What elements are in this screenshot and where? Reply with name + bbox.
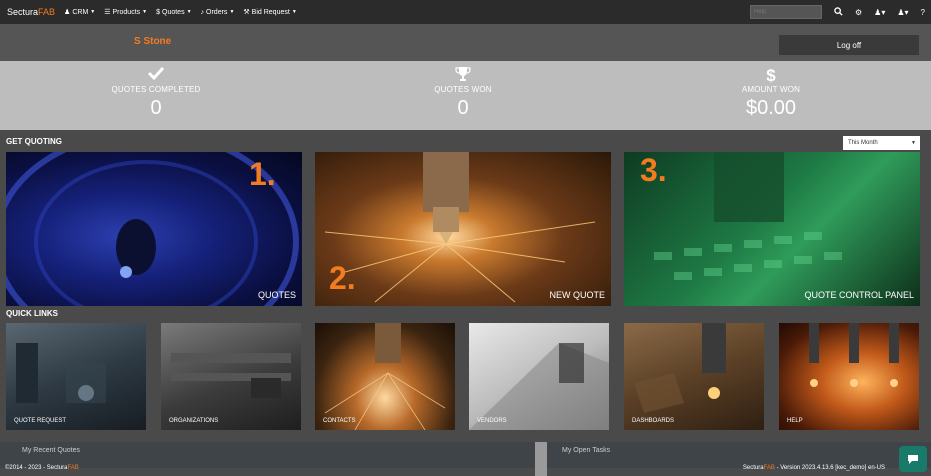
get-quoting-heading: GET QUOTING <box>6 137 62 146</box>
help-icon[interactable]: ? <box>921 8 925 17</box>
stat-label: QUOTES COMPLETED <box>111 85 201 94</box>
trophy-icon <box>363 66 563 84</box>
dollar-icon: $ <box>156 8 160 16</box>
main-menu: ♟ CRM ▼ ☰ Products ▼ $ Quotes ▼ ♪ Orders… <box>64 8 297 17</box>
menu-orders[interactable]: ♪ Orders ▼ <box>201 8 235 16</box>
chevron-down-icon: ▼ <box>229 9 235 15</box>
quick-link-label: QUOTE REQUEST <box>14 418 67 424</box>
menu-bid-request-label: Bid Request <box>251 8 290 16</box>
quick-link-image <box>634 323 726 413</box>
chevron-down-icon: ▼ <box>291 9 297 15</box>
tile-quotes[interactable]: 1. QUOTES <box>6 152 302 306</box>
menu-products[interactable]: ☰ Products ▼ <box>104 8 148 17</box>
stats-panel: QUOTES COMPLETED 0 QUOTES WON 0 $ AMOUNT… <box>0 61 931 130</box>
tile-quote-control-panel[interactable]: 3. QUOTE CONTROL PANEL <box>624 152 920 306</box>
menu-bid-request[interactable]: ⚒ Bid Request ▼ <box>243 8 297 17</box>
bell-icon: ♪ <box>200 8 205 16</box>
quick-link-image <box>16 343 106 403</box>
tile-caption: QUOTES <box>257 290 296 300</box>
footer-version-brand: Sectura <box>742 464 764 471</box>
quick-link-image <box>324 323 446 430</box>
user-menu-icon[interactable]: ♟▾ <box>897 8 908 17</box>
footer: ©2014 - 2023 - SecturaFAB SecturaFAB - V… <box>0 459 931 476</box>
brand-logo[interactable]: SecturaFAB <box>7 7 55 17</box>
dollar-icon: $ <box>766 66 776 85</box>
tile-number: 1. <box>249 156 276 192</box>
footer-version: SecturaFAB - Version 2023.4.13.6 [kec_de… <box>743 465 885 471</box>
quick-link-quote-request[interactable]: QUOTE REQUEST <box>6 323 146 430</box>
menu-crm[interactable]: ♟ CRM ▼ <box>64 8 96 17</box>
stat-label: AMOUNT WON <box>741 85 801 94</box>
logoff-button[interactable]: Log off <box>779 35 919 55</box>
navbar-right: ⚙ ♟▾ ♟▾ ? <box>750 0 925 24</box>
check-icon <box>56 66 256 84</box>
tile-control-panel-image <box>654 152 842 280</box>
stat-value: 0 <box>150 97 162 119</box>
top-navbar: SecturaFAB ♟ CRM ▼ ☰ Products ▼ $ Quotes… <box>0 0 931 24</box>
app-frame: SecturaFAB ♟ CRM ▼ ☰ Products ▼ $ Quotes… <box>0 0 931 476</box>
stat-amount-won: $ AMOUNT WON $0.00 <box>671 61 871 120</box>
chat-icon[interactable] <box>899 446 927 472</box>
menu-quotes[interactable]: $ Quotes ▼ <box>156 8 191 16</box>
quick-link-image <box>469 343 609 430</box>
quick-link-label: ORGANIZATIONS <box>169 418 219 424</box>
user-icon: ♟ <box>64 9 71 16</box>
quick-link-vendors[interactable]: VENDORS <box>469 323 609 430</box>
menu-crm-label: CRM <box>72 8 89 16</box>
recent-quotes-title[interactable]: My Recent Quotes <box>22 447 80 454</box>
user-name: S Stone <box>134 36 172 47</box>
list-icon: ☰ <box>104 9 111 16</box>
tile-number: 3. <box>640 152 667 188</box>
menu-orders-label: Orders <box>206 8 228 16</box>
footer-copyright: ©2014 - 2023 - SecturaFAB <box>5 465 79 471</box>
tile-new-quote[interactable]: 2. NEW QUOTE <box>315 152 611 306</box>
footer-copyright-accent: FAB <box>67 464 79 471</box>
quick-link-label: VENDORS <box>477 418 507 424</box>
quick-link-contacts[interactable]: CONTACTS <box>315 323 455 430</box>
hammer-icon: ⚒ <box>243 9 250 16</box>
menu-quotes-label: Quotes <box>162 8 185 16</box>
tile-new-quote-image <box>324 152 596 303</box>
search-icon[interactable] <box>834 6 843 18</box>
quick-link-organizations[interactable]: ORGANIZATIONS <box>161 323 301 430</box>
stat-label: QUOTES WON <box>434 85 492 94</box>
stat-value: $0.00 <box>745 97 797 119</box>
chevron-down-icon: ▼ <box>186 9 192 15</box>
footer-copyright-text: ©2014 - 2023 - Sectura <box>5 464 68 471</box>
quick-link-image <box>171 353 291 398</box>
quick-link-label: HELP <box>787 418 803 424</box>
tile-caption: NEW QUOTE <box>549 290 606 300</box>
tile-caption: QUOTE CONTROL PANEL <box>804 290 914 300</box>
gear-icon[interactable]: ⚙ <box>855 8 862 17</box>
chevron-down-icon: ▼ <box>142 9 148 15</box>
menu-products-label: Products <box>112 8 141 16</box>
stat-quotes-completed: QUOTES COMPLETED 0 <box>56 61 256 120</box>
quick-link-dashboards[interactable]: DASHBOARDS <box>624 323 764 430</box>
quick-link-image <box>809 323 899 387</box>
tile-number: 2. <box>329 260 356 296</box>
footer-version-accent: FAB <box>763 464 775 471</box>
chevron-down-icon: ▼ <box>911 140 916 146</box>
open-tasks-title[interactable]: My Open Tasks <box>562 447 610 454</box>
brand-name: Sectura <box>7 7 39 17</box>
quick-link-label: DASHBOARDS <box>632 418 675 424</box>
quick-link-label: CONTACTS <box>323 418 356 424</box>
period-select-value: This Month <box>848 140 878 146</box>
help-search-input[interactable] <box>750 5 822 19</box>
footer-version-text: - Version 2023.4.13.6 [kec_demo] en-US <box>774 464 885 471</box>
stat-quotes-won: QUOTES WON 0 <box>363 61 563 120</box>
user-switch-icon[interactable]: ♟▾ <box>874 8 885 17</box>
chevron-down-icon: ▼ <box>90 9 96 15</box>
user-bar: S Stone Log off <box>0 24 931 61</box>
stat-value: 0 <box>457 97 469 119</box>
brand-accent: FAB <box>38 7 56 17</box>
quick-links-heading: QUICK LINKS <box>6 309 58 318</box>
period-select[interactable]: This Month ▼ <box>843 136 920 150</box>
quick-link-help[interactable]: HELP <box>779 323 919 430</box>
